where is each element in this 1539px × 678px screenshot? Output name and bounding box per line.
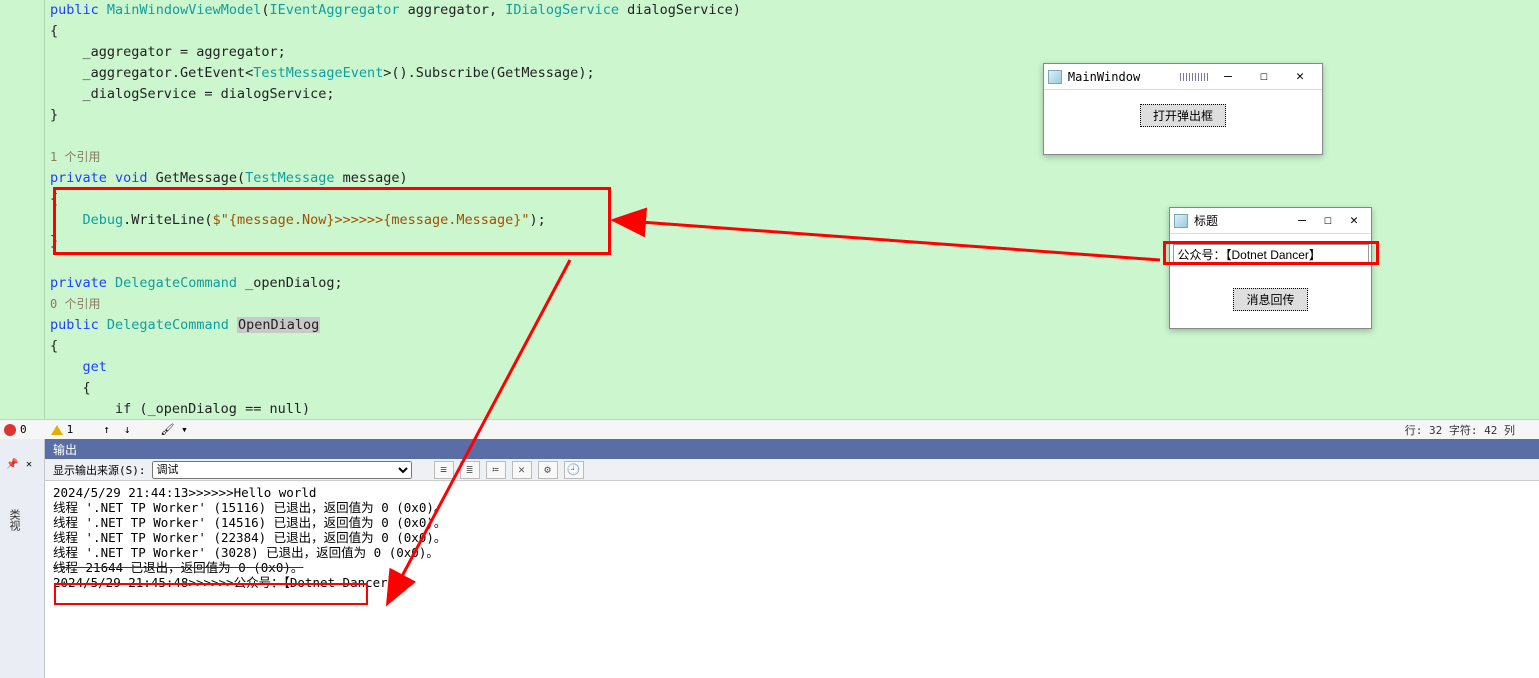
output-line: 线程 21644 已退出，返回值为 0 (0x0)。	[53, 560, 303, 575]
up-arrow-icon[interactable]: ↑	[103, 423, 110, 436]
output-line: 2024/5/29 21:45:48>>>>>>公众号：【Dotnet Danc…	[53, 575, 400, 590]
txt: );	[530, 212, 546, 228]
toolbar-btn-5[interactable]: ⚙	[538, 461, 558, 479]
pin-icon[interactable]: 📌	[6, 459, 18, 470]
txt: aggregator,	[400, 2, 506, 18]
kw-get: get	[50, 359, 107, 375]
down-arrow-icon[interactable]: ↓	[124, 423, 131, 436]
output-body[interactable]: 2024/5/29 21:44:13>>>>>>Hello world 线程 '…	[45, 481, 1539, 678]
maximize-button[interactable]: ☐	[1246, 66, 1282, 88]
toolbar-btn-6[interactable]: 🕘	[564, 461, 584, 479]
txt: }	[50, 107, 58, 123]
window-icon	[1174, 214, 1188, 228]
type-delegatecommand: DelegateCommand	[115, 275, 237, 291]
main-window-title: MainWindow	[1068, 70, 1140, 84]
brush-icon[interactable]: 🖌 ▾	[161, 423, 188, 436]
output-line: 线程 '.NET TP Worker' (15116) 已退出，返回值为 0 (…	[53, 500, 446, 515]
txt: {	[50, 338, 58, 354]
output-toolbar: 显示输出来源(S): 调试 ≡ ≣ ≔ ✕ ⚙ 🕘	[45, 459, 1539, 481]
txt: {	[50, 191, 58, 207]
output-panel: 输出 显示输出来源(S): 调试 ≡ ≣ ≔ ✕ ⚙ 🕘 2024/5/29 2…	[45, 439, 1539, 678]
window-icon	[1048, 70, 1062, 84]
minimize-button[interactable]: —	[1210, 66, 1246, 88]
txt: .WriteLine(	[123, 212, 212, 228]
type-ieventaggregator: IEventAggregator	[270, 2, 400, 18]
editor-statusbar: 0 1 ↑ ↓ 🖌 ▾ 行: 32 字符: 42 列	[0, 419, 1539, 439]
open-dialog-button[interactable]: 打开弹出框	[1140, 104, 1226, 127]
warning-icon[interactable]	[51, 425, 63, 435]
send-message-button[interactable]: 消息回传	[1233, 288, 1307, 311]
txt: {	[50, 23, 58, 39]
error-icon[interactable]	[4, 424, 16, 436]
txt: _aggregator.GetEvent<	[50, 65, 253, 81]
close-icon[interactable]: ✕	[26, 459, 32, 470]
txt: {	[50, 380, 91, 396]
output-line: 线程 '.NET TP Worker' (3028) 已退出，返回值为 0 (0…	[53, 545, 439, 560]
maximize-button[interactable]: ☐	[1315, 210, 1341, 232]
kw-private: private	[50, 170, 107, 186]
debug-class: Debug	[50, 212, 123, 228]
grip-icon	[1180, 73, 1210, 81]
txt: dialogService)	[619, 2, 741, 18]
minimize-button[interactable]: —	[1289, 210, 1315, 232]
output-line: 线程 '.NET TP Worker' (14516) 已退出，返回值为 0 (…	[53, 515, 446, 530]
txt: }	[50, 233, 58, 249]
kw-public: public	[50, 317, 99, 333]
code-gutter	[0, 0, 45, 419]
type-delegatecommand: DelegateCommand	[107, 317, 229, 333]
output-source-select[interactable]: 调试	[152, 461, 412, 479]
error-count: 0	[20, 423, 27, 436]
txt: _dialogService = dialogService;	[50, 86, 334, 102]
output-source-label: 显示输出来源(S):	[53, 462, 146, 478]
toolbar-btn-3[interactable]: ≔	[486, 461, 506, 479]
txt: _aggregator = aggregator;	[50, 44, 286, 60]
codelens-ref0[interactable]: 0 个引用	[50, 297, 100, 311]
dialog-textbox[interactable]	[1173, 244, 1369, 264]
kw-void: void	[107, 170, 148, 186]
close-button[interactable]: ✕	[1282, 66, 1318, 88]
type-testmessageevent: TestMessageEvent	[253, 65, 383, 81]
dialog-title: 标题	[1194, 212, 1218, 229]
warning-count: 1	[67, 423, 74, 436]
output-line: 2024/5/29 21:44:13>>>>>>Hello world	[53, 485, 316, 500]
txt: GetMessage(	[148, 170, 246, 186]
main-window[interactable]: MainWindow — ☐ ✕ 打开弹出框	[1043, 63, 1323, 155]
toolbar-btn-1[interactable]: ≡	[434, 461, 454, 479]
txt: >().Subscribe(GetMessage);	[383, 65, 594, 81]
main-window-titlebar[interactable]: MainWindow — ☐ ✕	[1044, 64, 1322, 90]
codelens-ref1[interactable]: 1 个引用	[50, 150, 100, 164]
ctor-name: MainWindowViewModel	[107, 2, 261, 18]
output-title: 输出	[45, 439, 1539, 459]
txt: (	[261, 2, 269, 18]
output-line: 线程 '.NET TP Worker' (22384) 已退出，返回值为 0 (…	[53, 530, 446, 545]
property-opendialog: OpenDialog	[237, 317, 320, 333]
toolbar-btn-2[interactable]: ≣	[460, 461, 480, 479]
kw-private: private	[50, 275, 107, 291]
dialog-titlebar[interactable]: 标题 — ☐ ✕	[1170, 208, 1371, 234]
txt: _openDialog;	[237, 275, 343, 291]
side-tool-tab[interactable]: 📌 ✕ 类视	[0, 439, 45, 678]
dialog-window[interactable]: 标题 — ☐ ✕ 消息回传	[1169, 207, 1372, 329]
cursor-position: 行: 32 字符: 42 列	[1405, 422, 1515, 438]
string-literal: $"{message.Now}>>>>>>{message.Message}"	[213, 212, 530, 228]
toolbar-btn-4[interactable]: ✕	[512, 461, 532, 479]
kw-public: public	[50, 2, 99, 18]
close-button[interactable]: ✕	[1341, 210, 1367, 232]
tool-tab-label: 类视	[6, 509, 22, 531]
type-testmessage: TestMessage	[245, 170, 334, 186]
txt: message)	[335, 170, 408, 186]
txt: if (_openDialog == null)	[50, 401, 310, 417]
type-idialogservice: IDialogService	[505, 2, 619, 18]
